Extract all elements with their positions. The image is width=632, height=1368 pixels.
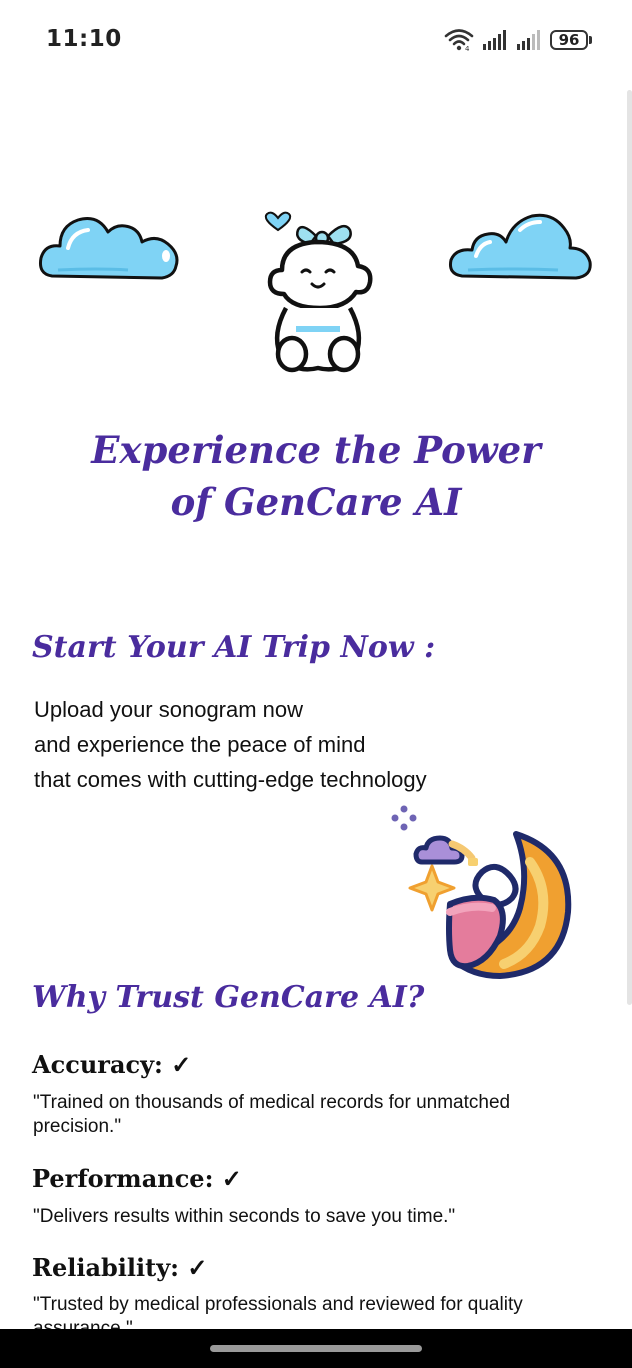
body-line: that comes with cutting-edge technology [34,767,427,792]
wifi-icon: 4 [444,29,474,52]
signal-icon [483,30,506,50]
feature-desc-performance: "Delivers results within seconds to save… [33,1206,456,1227]
feature-title-performance: Performance: ✓ [32,1164,242,1193]
body-line: Upload your sonogram now [34,697,304,722]
moon-baby-icon [391,805,572,979]
trust-section-title: Why Trust GenCare AI? [32,980,425,1015]
status-bar: 11:10 4 96 [0,0,632,80]
home-indicator[interactable] [210,1345,422,1352]
battery-level: 96 [550,30,588,50]
signal-icon [517,30,540,50]
scrollbar[interactable] [627,90,632,1005]
feature-desc-accuracy: "Trained on thousands of medical records… [33,1092,511,1137]
svg-text:4: 4 [465,45,470,52]
navigation-bar [0,1329,632,1368]
start-section-title: Start Your AI Trip Now : [32,630,436,665]
body-line: and experience the peace of mind [34,732,366,757]
feature-title-reliability: Reliability: ✓ [32,1253,208,1282]
feature-title-accuracy: Accuracy: ✓ [32,1050,192,1079]
cloud-icon [449,213,592,280]
battery-icon: 96 [550,30,592,50]
status-time: 11:10 [46,26,122,52]
hero-title: Experience the Power of GenCare AI [0,424,632,528]
hero-title-line: Experience the Power [91,428,541,472]
baby-icon [264,211,373,373]
start-section-body: Upload your sonogram now and experience … [34,692,427,797]
status-icons: 4 96 [444,28,592,52]
cloud-icon [39,217,179,280]
hero-title-line: of GenCare AI [170,480,462,524]
